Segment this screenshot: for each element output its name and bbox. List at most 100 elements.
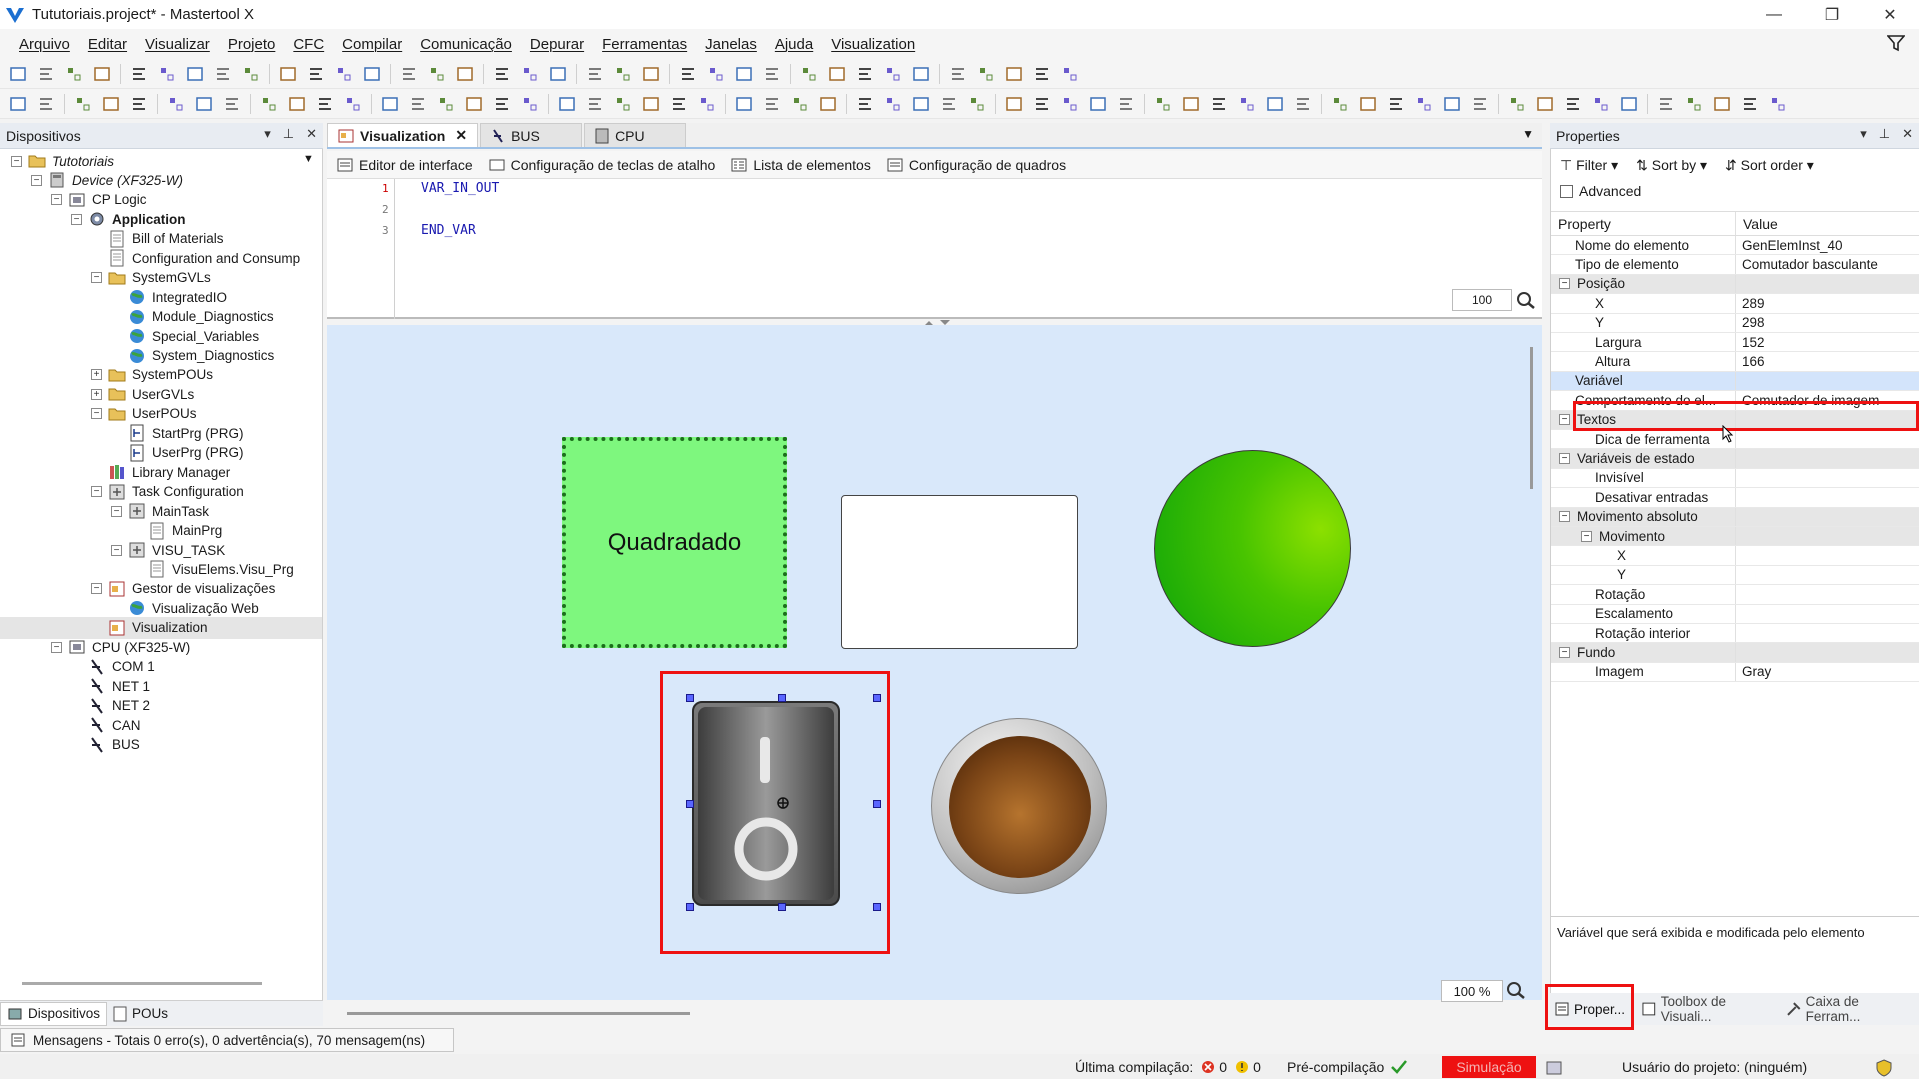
toolbar-button-icon[interactable] xyxy=(642,65,660,83)
toolbar-button-icon[interactable] xyxy=(698,95,716,113)
green-ellipse-element[interactable] xyxy=(1154,450,1351,647)
toolbar-button-icon[interactable] xyxy=(1713,95,1731,113)
toolbar-button-icon[interactable] xyxy=(1741,95,1759,113)
toolbar-button-icon[interactable] xyxy=(195,95,213,113)
tab-toolbox[interactable]: Caixa de Ferram... xyxy=(1782,994,1919,1024)
simulation-toggle-icon[interactable] xyxy=(1545,1059,1563,1077)
toolbar-button-icon[interactable] xyxy=(856,95,874,113)
property-value[interactable] xyxy=(1736,469,1919,487)
resize-handle[interactable] xyxy=(873,903,881,911)
toolbar-button-icon[interactable] xyxy=(614,65,632,83)
property-row[interactable]: − Variáveis de estado xyxy=(1551,449,1919,469)
security-icon[interactable] xyxy=(1876,1059,1892,1077)
messages-bar[interactable]: Mensagens - Totais 0 erro(s), 0 advertên… xyxy=(0,1028,454,1052)
toolbar-button-icon[interactable] xyxy=(912,95,930,113)
toolbar-button-icon[interactable] xyxy=(93,65,111,83)
toolbar-button-icon[interactable] xyxy=(1089,95,1107,113)
property-row[interactable]: Variável xyxy=(1551,371,1919,392)
property-row[interactable]: Desativar entradas xyxy=(1551,488,1919,508)
expand-icon[interactable]: + xyxy=(91,388,102,400)
sort-by-button[interactable]: ⇅ Sort by ▾ xyxy=(1636,157,1707,174)
toolbar-button-icon[interactable] xyxy=(856,65,874,83)
property-value[interactable] xyxy=(1736,643,1919,661)
toolbar-button-icon[interactable] xyxy=(1266,95,1284,113)
rotation-center-icon[interactable] xyxy=(776,796,790,810)
toolbar-button-icon[interactable] xyxy=(437,95,455,113)
menu-visualization[interactable]: Visualization xyxy=(822,36,924,53)
toolbar-button-icon[interactable] xyxy=(1415,95,1433,113)
toolbar-button-icon[interactable] xyxy=(828,65,846,83)
collapse-icon[interactable]: − xyxy=(111,544,122,556)
expand-icon[interactable]: + xyxy=(91,369,102,381)
toolbar-button-icon[interactable] xyxy=(363,65,381,83)
toolbar-button-icon[interactable] xyxy=(614,95,632,113)
code-zoom-field[interactable]: 100 xyxy=(1452,289,1512,311)
toolbar-button-icon[interactable] xyxy=(1685,95,1703,113)
toolbar-button-icon[interactable] xyxy=(735,95,753,113)
toolbar-button-icon[interactable] xyxy=(260,95,278,113)
tab-visualization[interactable]: Visualization ✕ xyxy=(327,123,479,147)
menu-editar[interactable]: Editar xyxy=(79,36,136,53)
maximize-button[interactable]: ❐ xyxy=(1803,0,1861,29)
collapse-icon[interactable]: − xyxy=(1559,647,1570,659)
toolbar-button-icon[interactable] xyxy=(344,95,362,113)
rocker-switch-element[interactable] xyxy=(692,701,840,906)
property-row[interactable]: Largura 152 xyxy=(1551,333,1919,353)
toolbar-button-icon[interactable] xyxy=(102,95,120,113)
property-row[interactable]: Invisível xyxy=(1551,468,1919,489)
toolbar-button-icon[interactable] xyxy=(884,95,902,113)
menu-visualizar[interactable]: Visualizar xyxy=(136,36,219,53)
filter-button[interactable]: ⊤ Filter ▾ xyxy=(1560,157,1618,174)
property-row[interactable]: Dica de ferramenta xyxy=(1551,430,1919,450)
toolbar-button-icon[interactable] xyxy=(521,95,539,113)
collapse-icon[interactable]: − xyxy=(1559,414,1570,426)
collapse-icon[interactable]: − xyxy=(31,174,42,186)
pin-icon[interactable]: ⊥ xyxy=(1879,126,1890,142)
toolbar-button-icon[interactable] xyxy=(37,95,55,113)
toolbar-button-icon[interactable] xyxy=(288,95,306,113)
tree-dropdown-icon[interactable]: ▼ xyxy=(303,153,314,165)
property-value[interactable] xyxy=(1736,624,1919,642)
menu-depurar[interactable]: Depurar xyxy=(521,36,593,53)
toolbar-button-icon[interactable] xyxy=(1331,95,1349,113)
collapse-icon[interactable]: − xyxy=(91,272,102,284)
property-row[interactable]: Y 298 xyxy=(1551,313,1919,333)
collapse-icon[interactable]: − xyxy=(91,408,102,420)
property-value[interactable] xyxy=(1736,449,1919,467)
tab-visualization-toolbox[interactable]: Toolbox de Visuali... xyxy=(1637,994,1782,1024)
toolbar-button-icon[interactable] xyxy=(819,95,837,113)
toolbar-button-icon[interactable] xyxy=(9,95,27,113)
property-row[interactable]: Escalamento xyxy=(1551,604,1919,624)
tree-item[interactable]: BUS xyxy=(0,734,322,756)
toolbar-button-icon[interactable] xyxy=(335,65,353,83)
property-row[interactable]: − Fundo xyxy=(1551,643,1919,663)
property-row[interactable]: X 289 xyxy=(1551,294,1919,314)
property-value[interactable] xyxy=(1736,275,1919,293)
pin-icon[interactable]: ⊥ xyxy=(283,126,294,142)
toolbar-button-icon[interactable] xyxy=(800,65,818,83)
resize-handle[interactable] xyxy=(686,903,694,911)
collapse-icon[interactable]: − xyxy=(1559,511,1570,523)
minimize-button[interactable]: — xyxy=(1745,0,1803,29)
collapse-icon[interactable]: − xyxy=(91,486,102,498)
resize-handle[interactable] xyxy=(873,800,881,808)
toolbar-button-icon[interactable] xyxy=(1536,95,1554,113)
toolbar-button-icon[interactable] xyxy=(1117,95,1135,113)
property-value[interactable]: 152 xyxy=(1736,333,1919,351)
toolbar-button-icon[interactable] xyxy=(1182,95,1200,113)
resize-handle[interactable] xyxy=(778,694,786,702)
toolbar-button-icon[interactable] xyxy=(1061,95,1079,113)
toolbar-button-icon[interactable] xyxy=(1471,95,1489,113)
toolbar-button-icon[interactable] xyxy=(381,95,399,113)
toolbar-button-icon[interactable] xyxy=(130,95,148,113)
visualization-canvas[interactable]: Quadradado xyxy=(327,325,1542,1015)
property-value[interactable] xyxy=(1736,430,1919,448)
property-value[interactable] xyxy=(1736,566,1919,584)
toolbar-button-icon[interactable] xyxy=(400,65,418,83)
toolbar-button-icon[interactable] xyxy=(949,65,967,83)
toolbar-button-icon[interactable] xyxy=(158,65,176,83)
property-row[interactable]: Rotação interior xyxy=(1551,624,1919,644)
toolbar-button-icon[interactable] xyxy=(1620,95,1638,113)
collapse-icon[interactable]: − xyxy=(71,213,82,225)
toolbar-button-icon[interactable] xyxy=(968,95,986,113)
